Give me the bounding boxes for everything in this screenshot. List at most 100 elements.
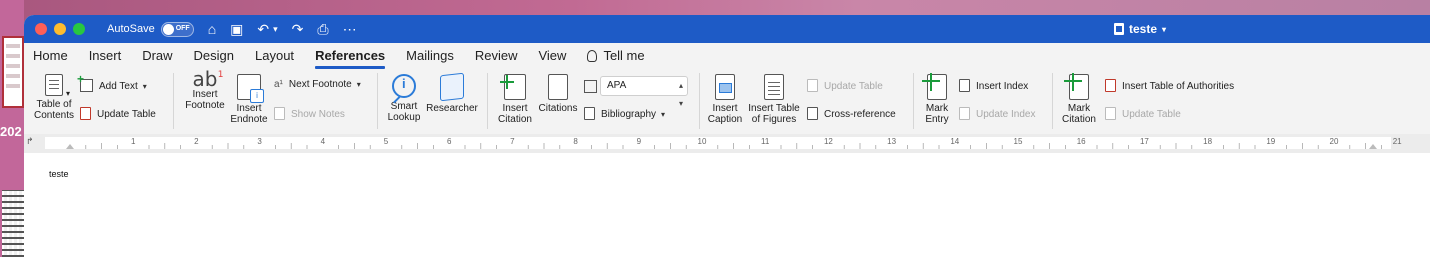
insert-endnote-label-2: Endnote <box>230 114 268 125</box>
ribbon-references: Table of Contents ▾ Add Text▾ Update Tab… <box>24 69 1430 134</box>
insert-caption-button[interactable]: Insert Caption <box>704 74 746 125</box>
endnote-icon <box>237 74 264 103</box>
ruler-scale[interactable]: 1 2 3 4 5 6 7 8 9 10 11 12 13 14 15 16 17 18 19 20 21 <box>45 137 1402 149</box>
undo-dropdown-icon[interactable]: ▾ <box>273 24 278 34</box>
update-table-label: Update Table <box>97 109 156 120</box>
right-indent-marker[interactable] <box>1369 144 1377 149</box>
ruler-number: 6 <box>446 137 452 146</box>
ribbon-separator <box>1052 73 1053 129</box>
desktop-year-text: 202 <box>0 124 22 139</box>
mark-entry-button[interactable]: Mark Entry <box>919 73 955 125</box>
insert-caption-label-2: Caption <box>707 114 743 125</box>
insert-table-of-figures-button[interactable]: Insert Table of Figures <box>746 74 802 125</box>
tab-review[interactable]: Review <box>475 43 518 69</box>
add-text-button[interactable]: Add Text▾ <box>77 74 147 92</box>
word-window: AutoSave OFF ⌂ ▣ ↶ ▾ ↷ ⎙ ⋯ teste ▾ Home … <box>24 15 1430 257</box>
citations-button[interactable]: Citations <box>537 74 579 114</box>
bibliography-label: Bibliography <box>601 109 657 120</box>
more-icon[interactable]: ⋯ <box>343 22 357 36</box>
insert-tof-label-2: of Figures <box>751 114 797 125</box>
ruler-number: 19 <box>1266 137 1276 146</box>
ruler-number: 14 <box>950 137 960 146</box>
insert-index-icon <box>959 79 970 92</box>
ruler-number: 5 <box>383 137 389 146</box>
ruler-number: 21 <box>1392 137 1402 146</box>
researcher-button[interactable]: Researcher <box>424 72 480 114</box>
minimize-window-button[interactable] <box>54 23 66 35</box>
document-body-text[interactable]: teste <box>49 169 69 179</box>
update-toa-label: Update Table <box>1122 109 1181 120</box>
ruler-number: 9 <box>636 137 642 146</box>
document-title[interactable]: teste ▾ <box>1114 22 1166 36</box>
insert-footnote-button[interactable]: ab 1 Insert Footnote <box>184 69 226 111</box>
tab-mailings[interactable]: Mailings <box>406 43 454 69</box>
ruler-number: 1 <box>130 137 136 146</box>
ruler-number: 13 <box>887 137 897 146</box>
ruler-number: 20 <box>1329 137 1339 146</box>
zoom-window-button[interactable] <box>73 23 85 35</box>
desktop-calendar-widget[interactable] <box>2 36 24 108</box>
redo-icon[interactable]: ↷ <box>292 22 304 36</box>
tab-stop-selector-icon[interactable]: ↱ <box>26 136 34 147</box>
update-table-figures-button: Update Table <box>807 79 883 92</box>
cross-reference-button[interactable]: Cross-reference <box>807 107 896 120</box>
tab-insert[interactable]: Insert <box>89 43 122 69</box>
insert-index-button[interactable]: Insert Index <box>959 79 1028 92</box>
update-table-figures-label: Update Table <box>824 81 883 92</box>
mark-citation-icon <box>1064 73 1089 100</box>
autosave-state: OFF <box>175 24 190 32</box>
tab-design[interactable]: Design <box>194 43 234 69</box>
ruler-number: 7 <box>510 137 515 146</box>
insert-table-of-authorities-button[interactable]: Insert Table of Authorities <box>1105 79 1234 92</box>
toc-label-2: Contents <box>33 110 75 121</box>
tab-tell-me[interactable]: Tell me <box>587 43 645 69</box>
horizontal-ruler[interactable]: ↱ 1 2 3 4 5 6 7 8 9 10 11 12 13 14 15 16 17 18 19 20 21 <box>24 134 1430 153</box>
print-icon[interactable]: ⎙ <box>317 22 328 36</box>
autosave-toggle[interactable]: OFF <box>160 21 194 37</box>
toc-dropdown-icon[interactable]: ▾ <box>66 88 70 99</box>
insert-citation-label-1: Insert <box>502 103 528 114</box>
update-table-icon <box>80 107 91 120</box>
ribbon-separator <box>913 73 914 129</box>
next-footnote-button[interactable]: a¹ Next Footnote ▾ <box>274 79 361 90</box>
ribbon-separator <box>487 73 488 129</box>
smart-lookup-button[interactable]: Smart Lookup <box>384 74 424 123</box>
save-icon[interactable]: ▣ <box>230 22 243 36</box>
citation-style-select[interactable]: APA ▴ ▾ <box>584 76 688 108</box>
ruler-ticks <box>66 143 1382 149</box>
bibliography-icon <box>584 107 595 120</box>
mark-entry-icon <box>922 73 947 100</box>
show-notes-label: Show Notes <box>291 109 345 120</box>
left-indent-marker[interactable] <box>66 144 74 149</box>
mark-citation-button[interactable]: Mark Citation <box>1058 73 1100 125</box>
word-document-icon <box>1114 23 1124 35</box>
bibliography-button[interactable]: Bibliography ▾ <box>584 107 665 120</box>
insert-endnote-button[interactable]: Insert Endnote <box>228 74 270 125</box>
smart-lookup-label-2: Lookup <box>387 112 421 123</box>
ruler-number: 16 <box>1076 137 1086 146</box>
title-bar: AutoSave OFF ⌂ ▣ ↶ ▾ ↷ ⎙ ⋯ teste ▾ <box>24 15 1430 43</box>
close-window-button[interactable] <box>35 23 47 35</box>
citations-label: Citations <box>538 103 578 114</box>
document-canvas[interactable]: teste <box>24 153 1430 257</box>
ruler-number: 11 <box>761 137 770 146</box>
home-icon[interactable]: ⌂ <box>208 22 216 36</box>
undo-icon[interactable]: ↶ <box>257 22 269 36</box>
insert-citation-label-2: Citation <box>498 114 532 125</box>
tab-draw[interactable]: Draw <box>142 43 172 69</box>
show-notes-button: Show Notes <box>274 107 345 120</box>
update-table-button[interactable]: Update Table <box>80 107 156 120</box>
tab-layout[interactable]: Layout <box>255 43 294 69</box>
cross-reference-label: Cross-reference <box>824 109 896 120</box>
tab-home[interactable]: Home <box>33 43 68 69</box>
table-of-contents-icon <box>45 74 63 96</box>
ribbon-separator <box>173 73 174 129</box>
update-toa-icon <box>1105 107 1116 120</box>
lightbulb-icon <box>587 50 598 62</box>
mark-citation-label-2: Citation <box>1062 114 1096 125</box>
ruler-number: 8 <box>573 137 578 146</box>
tab-references[interactable]: References <box>315 43 386 69</box>
insert-citation-button[interactable]: Insert Citation <box>494 74 536 125</box>
tab-view[interactable]: View <box>538 43 566 69</box>
update-index-label: Update Index <box>976 109 1036 120</box>
